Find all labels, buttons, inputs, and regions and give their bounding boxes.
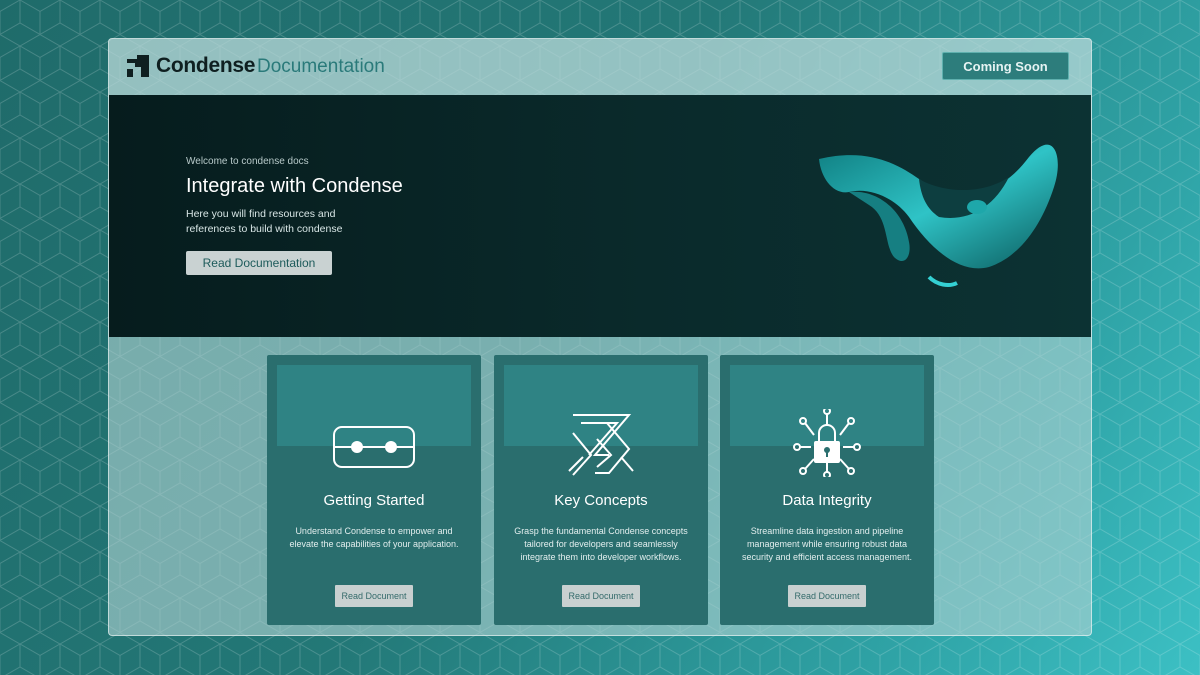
toggle-dots-icon xyxy=(333,426,415,468)
interlocking-shapes-icon xyxy=(568,414,634,476)
card-title: Data Integrity xyxy=(782,492,872,509)
coming-soon-button[interactable]: Coming Soon xyxy=(942,52,1069,80)
top-bar: Condense Documentation Coming Soon xyxy=(109,39,1091,95)
card-data-integrity: Data Integrity Streamline data ingestion… xyxy=(720,355,934,625)
hero-title: Integrate with Condense xyxy=(186,175,403,197)
abstract-ribbon-illustration xyxy=(819,144,1058,287)
brand-name[interactable]: Condense xyxy=(156,54,255,78)
hero-welcome-text: Welcome to condense docs xyxy=(186,156,309,167)
card-title: Getting Started xyxy=(323,492,425,509)
hero-banner: Welcome to condense docs Integrate with … xyxy=(109,95,1091,337)
read-document-button[interactable]: Read Document xyxy=(335,585,413,607)
card-title: Key Concepts xyxy=(554,492,648,509)
read-document-button[interactable]: Read Document xyxy=(788,585,866,607)
hero-description: Here you will find resources and referen… xyxy=(186,208,343,235)
card-description: Grasp the fundamental Condense concepts … xyxy=(514,526,688,562)
lock-network-icon xyxy=(793,409,861,477)
read-document-button[interactable]: Read Document xyxy=(562,585,640,607)
card-getting-started: Getting Started Understand Condense to e… xyxy=(267,355,481,625)
card-key-concepts: Key Concepts Grasp the fundamental Conde… xyxy=(494,355,708,625)
section-label: Documentation xyxy=(257,56,385,77)
card-description: Understand Condense to empower and eleva… xyxy=(289,526,459,549)
docs-window: Condense Documentation Coming Soon Welco… xyxy=(108,38,1092,636)
condense-logo-icon xyxy=(127,55,149,77)
card-description: Streamline data ingestion and pipeline m… xyxy=(742,526,912,562)
read-documentation-button[interactable]: Read Documentation xyxy=(186,251,332,275)
